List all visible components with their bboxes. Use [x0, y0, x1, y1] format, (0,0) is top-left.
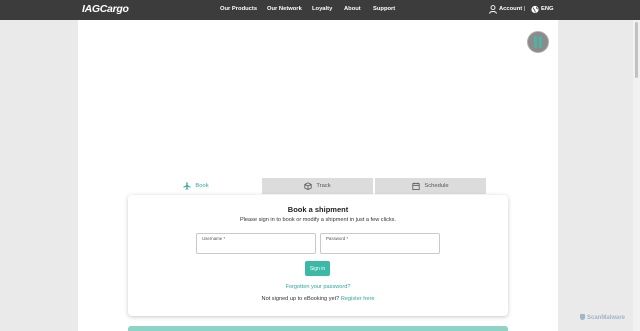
- calendar-icon: [412, 182, 421, 190]
- tab-book-label: Book: [195, 183, 209, 189]
- shield-icon: [580, 314, 585, 320]
- register-prompt: Not signed up to eBooking yet?: [261, 296, 340, 302]
- tab-schedule[interactable]: Schedule: [375, 178, 486, 194]
- scrollbar-thumb[interactable]: [635, 22, 638, 78]
- user-icon[interactable]: [489, 5, 497, 14]
- globe-icon[interactable]: [531, 5, 539, 14]
- password-field[interactable]: Password *: [320, 233, 440, 254]
- next-section-band: [128, 326, 508, 331]
- tab-book[interactable]: Book: [131, 178, 261, 194]
- tab-schedule-label: Schedule: [424, 183, 449, 189]
- register-line: Not signed up to eBooking yet? Register …: [128, 296, 508, 302]
- tab-track-label: Track: [316, 183, 331, 189]
- booking-title: Book a shipment: [287, 205, 349, 214]
- sign-in-button[interactable]: Sign in: [305, 261, 330, 276]
- account-link[interactable]: Account: [499, 6, 522, 12]
- nav-about[interactable]: About: [344, 6, 361, 12]
- nav-our-network[interactable]: Our Network: [267, 6, 302, 12]
- iag-cargo-logo[interactable]: IAGCargo: [82, 3, 129, 15]
- nav-support[interactable]: Support: [373, 6, 395, 12]
- username-label: Username *: [202, 236, 226, 241]
- plane-icon: [183, 182, 191, 190]
- watermark-text: ScanMalware: [587, 315, 626, 321]
- password-label: Password *: [326, 236, 349, 241]
- box-icon: [304, 182, 312, 190]
- pause-badge-icon[interactable]: [527, 31, 549, 53]
- booking-card: Book a shipment Please sign in to book o…: [128, 195, 508, 316]
- forgot-password-link[interactable]: Forgotten your password?: [128, 284, 508, 290]
- language-selector[interactable]: ENG: [541, 6, 554, 12]
- register-link[interactable]: Register here: [341, 296, 375, 302]
- booking-subtitle: Please sign in to book or modify a shipm…: [239, 217, 397, 223]
- username-field[interactable]: Username *: [196, 233, 316, 254]
- nav-loyalty[interactable]: Loyalty: [312, 6, 332, 12]
- tab-track[interactable]: Track: [262, 178, 373, 194]
- header-separator: |: [524, 6, 526, 12]
- nav-our-products[interactable]: Our Products: [220, 6, 257, 12]
- top-navigation-bar: IAGCargo Our Products Our Network Loyalt…: [0, 0, 640, 20]
- watermark: ScanMalware: [580, 314, 625, 321]
